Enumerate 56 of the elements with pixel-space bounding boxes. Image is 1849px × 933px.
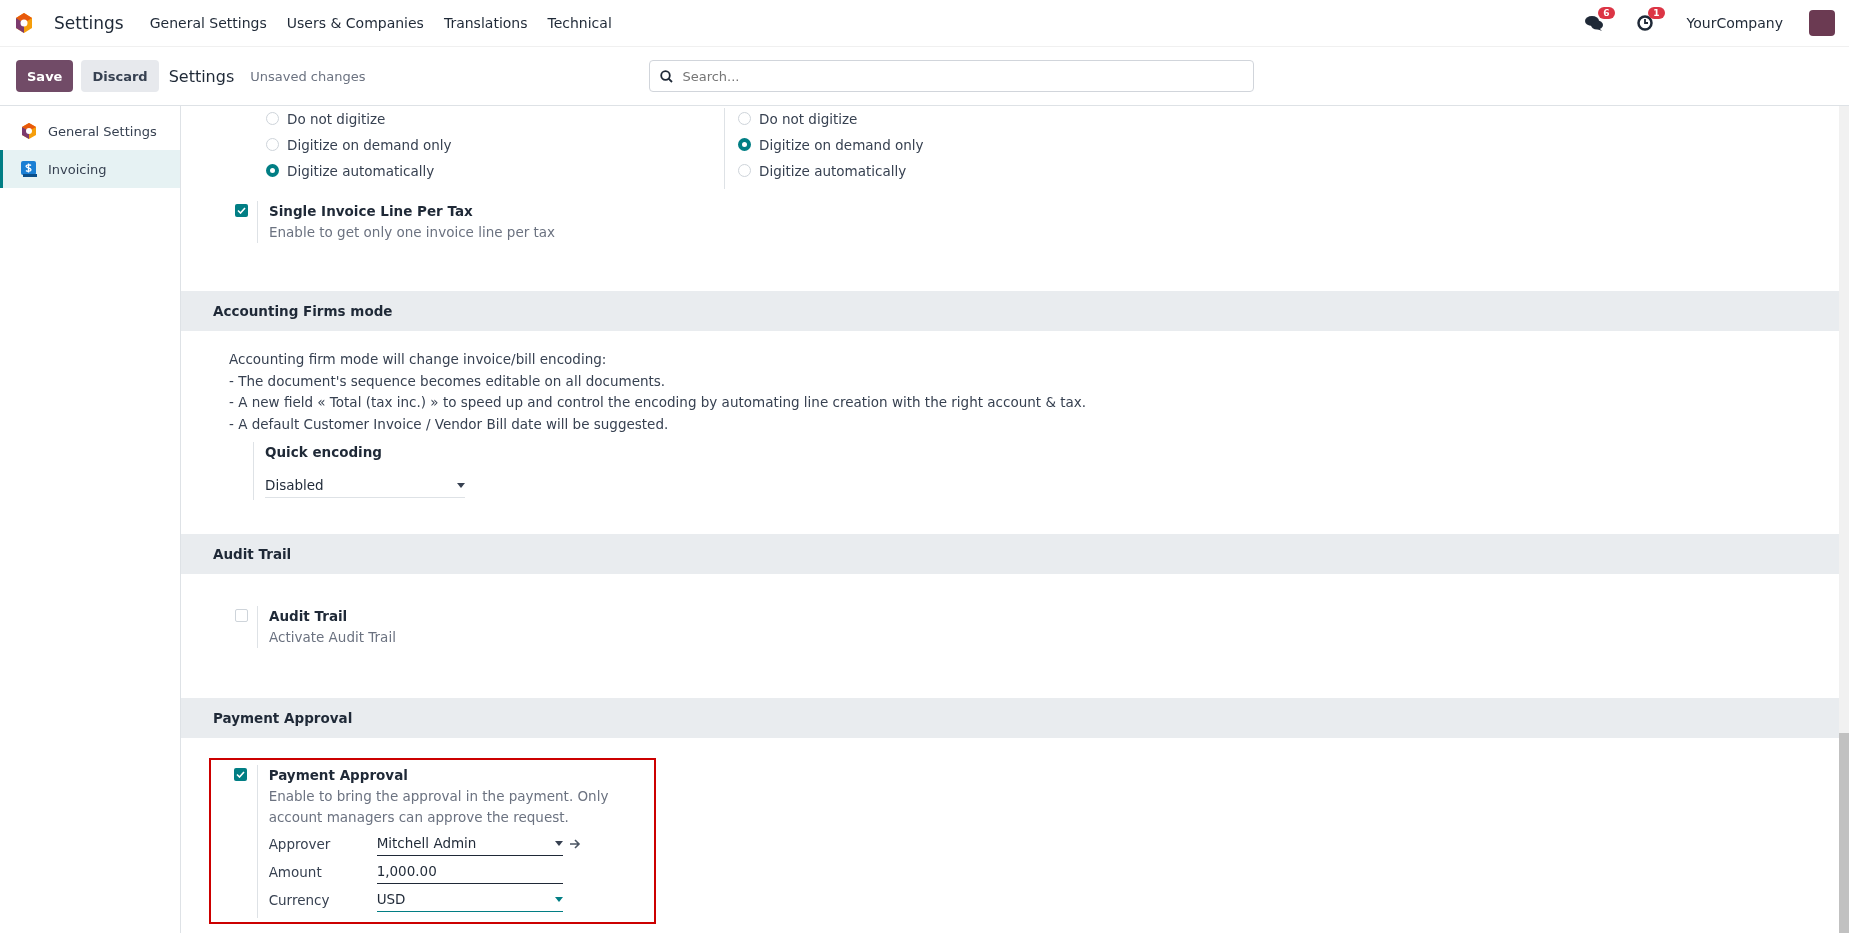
approver-field[interactable]: Mitchell Admin (376, 831, 563, 856)
hexagon-logo-icon[interactable] (14, 12, 34, 34)
notification-badge: 1 (1648, 7, 1665, 19)
currency-select[interactable]: USD (376, 887, 563, 912)
checkbox[interactable] (234, 609, 248, 622)
save-button[interactable]: Save (16, 60, 74, 92)
section-header: Payment Approval (181, 698, 1839, 738)
field-label: Approver (268, 835, 332, 852)
setting-title: Audit Trail (269, 607, 349, 626)
setting-description: Activate Audit Trail (269, 628, 396, 647)
description-line: - A default Customer Invoice / Vendor Bill date will be suggested. (229, 414, 670, 434)
quick-encoding-select[interactable]: Disabled (265, 475, 465, 498)
hexagon-logo-icon (20, 122, 38, 140)
section-header: Accounting Firms mode (181, 291, 1839, 331)
notification-badge: 6 (1598, 7, 1615, 19)
page-title: Settings (168, 66, 235, 86)
clock-icon[interactable] (1636, 15, 1653, 31)
discard-button[interactable]: Discard (81, 60, 159, 92)
checkbox[interactable] (234, 204, 248, 217)
caret-icon (457, 482, 465, 488)
field-label: Currency (268, 891, 331, 908)
caret-icon (554, 840, 563, 846)
scrollbar[interactable] (1839, 106, 1849, 933)
description-line: Accounting firm mode will change invoice/bill encoding: (229, 350, 608, 369)
setting-title: Payment Approval (268, 766, 409, 785)
menu-item[interactable]: Translations (443, 15, 528, 31)
radio-option[interactable]: Do not digitize (266, 108, 724, 129)
radio-option[interactable]: Digitize on demand only (738, 134, 924, 155)
radio-option[interactable]: Digitize automatically (738, 160, 924, 181)
field-label: Amount (268, 863, 323, 880)
caret-icon (554, 896, 563, 902)
company-name[interactable]: YourCompany (1686, 15, 1783, 31)
radio-option[interactable]: Digitize automatically (266, 160, 724, 181)
description-line: - A new field « Total (tax inc.) » to speed up and control the encoding by automating line creation with the right account & tax. (229, 393, 1088, 412)
setting-title: Quick encoding (265, 443, 383, 462)
checkbox[interactable] (234, 768, 248, 781)
description-line: - The document's sequence becomes editable on all documents. (229, 371, 667, 391)
section-header: Audit Trail (181, 534, 1839, 574)
setting-description: Enable to bring the approval in the payment. Only account managers can approve the request. (268, 787, 610, 827)
invoice-dollar-icon (20, 160, 38, 178)
app-title[interactable]: Settings (54, 13, 124, 33)
setting-title: Single Invoice Line Per Tax (269, 202, 474, 221)
menu-item[interactable]: Technical (547, 15, 612, 31)
menu-item[interactable]: General Settings (149, 15, 267, 31)
sidebar-item[interactable]: Invoicing (0, 150, 180, 188)
radio-option[interactable]: Digitize on demand only (266, 134, 724, 155)
sidebar-item[interactable]: General Settings (0, 112, 180, 150)
amount-field[interactable]: 1,000.00 (376, 859, 563, 884)
search-icon (660, 70, 674, 83)
chat-bubbles-icon[interactable] (1584, 15, 1603, 31)
menu-item[interactable]: Users & Companies (286, 15, 424, 31)
search-field[interactable]: Search... (649, 60, 1255, 92)
unsaved-status: Unsaved changes (250, 68, 366, 84)
setting-description: Enable to get only one invoice line per tax (269, 223, 556, 242)
arrow-right-icon[interactable] (568, 838, 581, 849)
radio-option[interactable]: Do not digitize (738, 108, 924, 129)
